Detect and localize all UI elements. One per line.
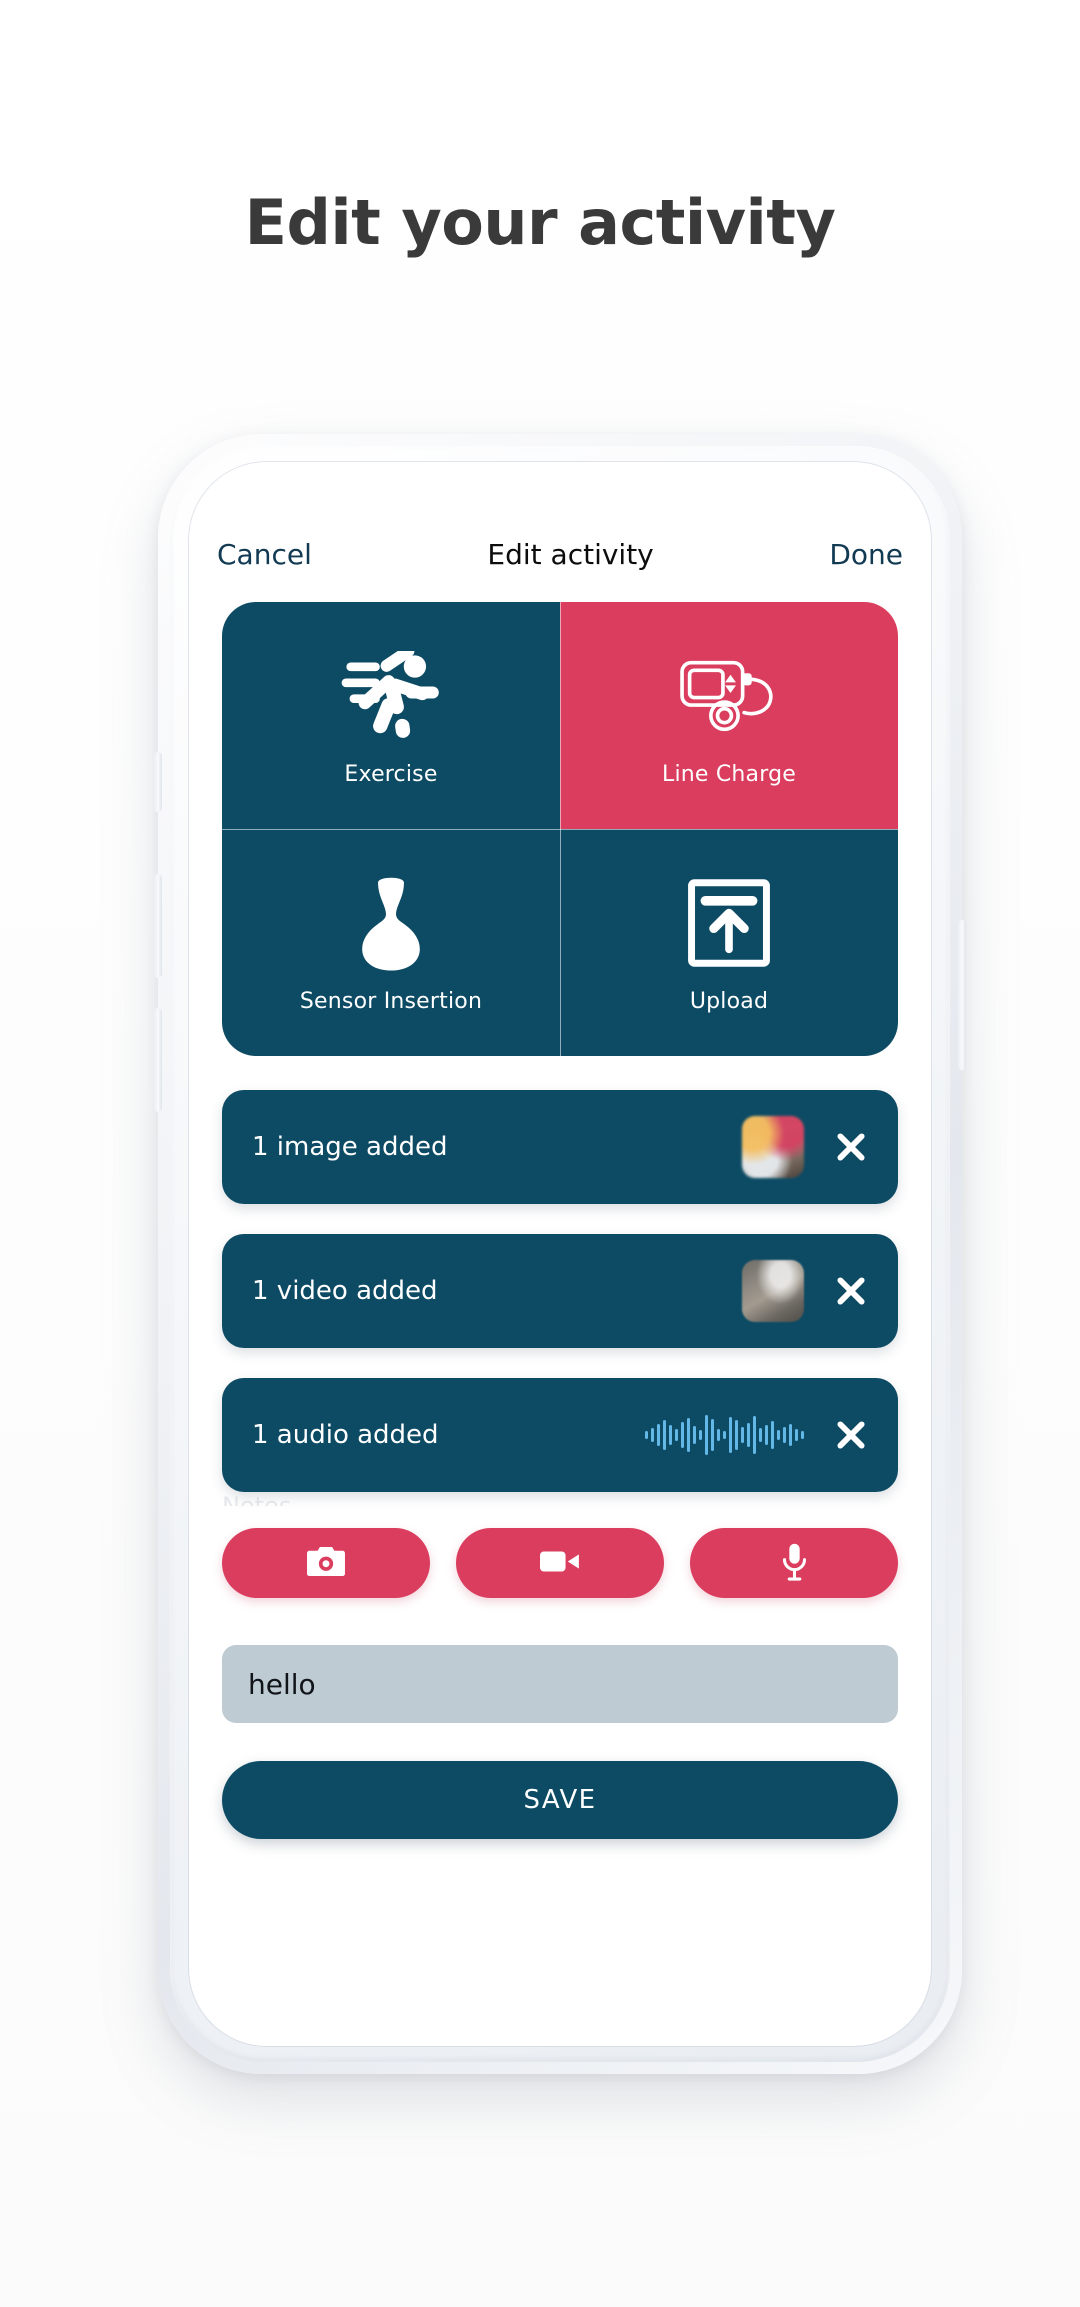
image-thumbnail[interactable] [742, 1116, 804, 1178]
upload-box-arrow-icon [670, 871, 788, 975]
page-title: Edit your activity [244, 186, 836, 259]
insulin-pump-icon [670, 644, 788, 748]
activity-tile-label: Sensor Insertion [299, 989, 483, 1014]
camera-icon [307, 1547, 345, 1579]
activity-tile-sensor-insertion[interactable]: Sensor Insertion [222, 829, 560, 1056]
close-icon[interactable] [830, 1126, 872, 1168]
add-video-button[interactable] [456, 1528, 664, 1598]
capture-buttons-row [222, 1528, 898, 1598]
phone-screen: Cancel Edit activity Done Exercise Line … [189, 462, 931, 2046]
activity-tile-line-charge[interactable]: Line Charge [560, 602, 898, 829]
note-input[interactable]: hello [222, 1645, 898, 1723]
microphone-icon [781, 1542, 808, 1585]
activity-tile-exercise[interactable]: Exercise [222, 602, 560, 829]
add-audio-button[interactable] [690, 1528, 898, 1598]
screenshot-root: Edit your activity Cancel Edit activity … [0, 0, 1080, 2307]
done-button[interactable]: Done [829, 538, 903, 571]
audio-waveform-icon[interactable] [645, 1412, 804, 1458]
attachment-label: 1 image added [252, 1132, 448, 1162]
running-person-icon [332, 644, 450, 748]
note-input-value: hello [248, 1667, 316, 1701]
phone-power-button[interactable] [958, 920, 966, 1070]
phone-device-frame: Cancel Edit activity Done Exercise Line … [154, 434, 966, 2074]
save-button-label: SAVE [523, 1785, 597, 1815]
add-photo-button[interactable] [222, 1528, 430, 1598]
save-button[interactable]: SAVE [222, 1761, 898, 1839]
video-cam-icon [540, 1549, 580, 1577]
attachment-row-audio[interactable]: 1 audio added [222, 1378, 898, 1492]
screen-title: Edit activity [487, 537, 654, 571]
note-section-label: Notes [222, 1492, 292, 1506]
phone-silent-switch[interactable] [154, 752, 162, 812]
attachment-label: 1 video added [252, 1276, 438, 1306]
close-icon[interactable] [830, 1270, 872, 1312]
activity-tile-label: Upload [689, 989, 769, 1014]
attachment-label: 1 audio added [252, 1420, 439, 1450]
activity-tile-label: Exercise [344, 762, 438, 787]
phone-volume-up-button[interactable] [154, 874, 162, 978]
close-icon[interactable] [830, 1414, 872, 1456]
activity-tile-label: Line Charge [662, 762, 796, 787]
activity-tile-upload[interactable]: Upload [560, 829, 898, 1056]
cancel-button[interactable]: Cancel [217, 538, 312, 571]
attachment-row-video[interactable]: 1 video added [222, 1234, 898, 1348]
sensor-icon [332, 871, 450, 975]
app-navbar: Cancel Edit activity Done [189, 524, 931, 584]
attachment-row-image[interactable]: 1 image added [222, 1090, 898, 1204]
activity-type-grid: Exercise Line Charge Sensor Insertion Up… [222, 602, 898, 1056]
phone-volume-down-button[interactable] [154, 1008, 162, 1112]
video-thumbnail[interactable] [742, 1260, 804, 1322]
